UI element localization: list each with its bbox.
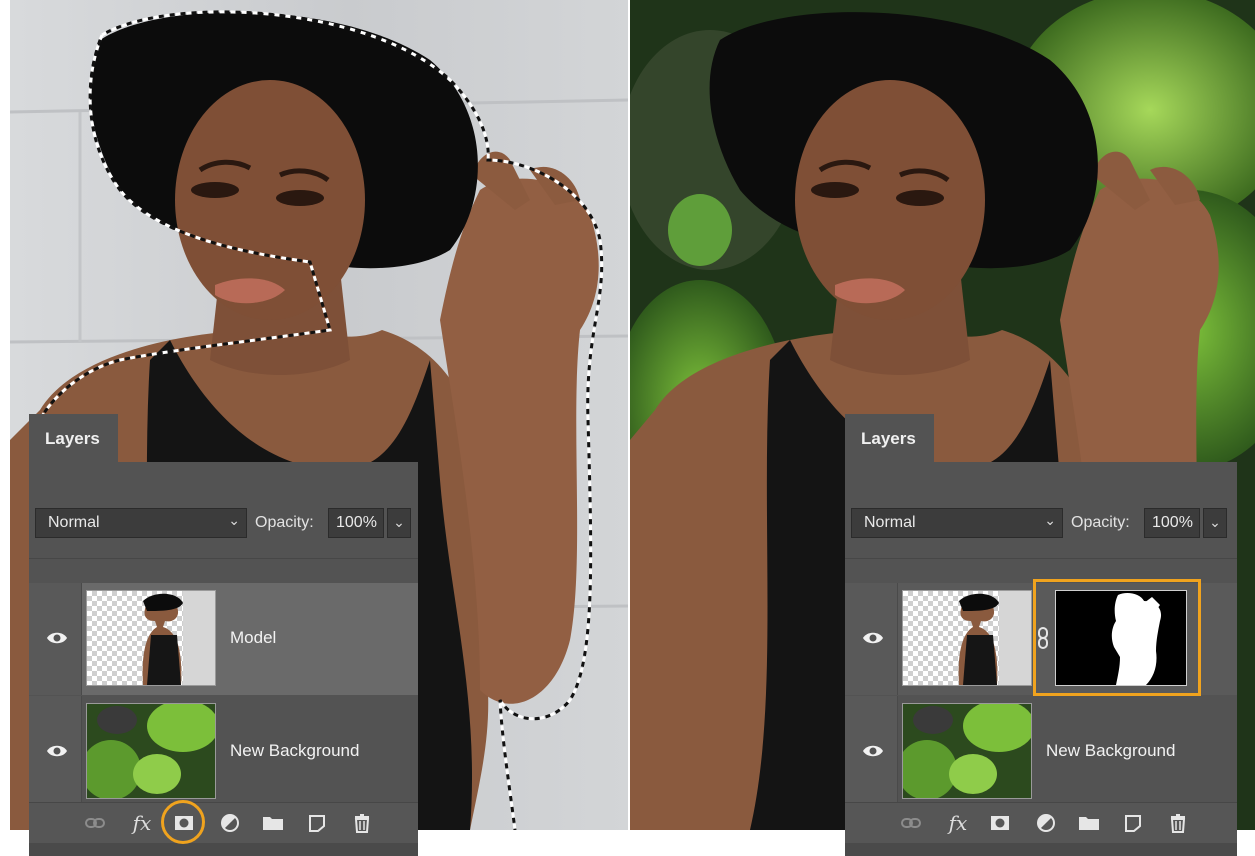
panel-bottom-edge [29, 843, 418, 856]
layer-name-new-background[interactable]: New Background [230, 741, 359, 761]
layer-thumbnail-new-background[interactable] [86, 703, 216, 799]
link-icon [85, 818, 105, 828]
layers-tab[interactable]: Layers [845, 414, 934, 462]
add-mask-button[interactable] [986, 809, 1014, 837]
layers-tab[interactable]: Layers [29, 414, 118, 462]
new-group-icon [263, 817, 283, 830]
new-layer-button[interactable] [303, 809, 331, 837]
eye-icon[interactable] [46, 630, 68, 646]
adjustment-layer-button[interactable] [216, 809, 244, 837]
layer-row-new-background[interactable]: New Background [845, 696, 1237, 808]
foliage-thumbnail-image [903, 704, 1031, 798]
eye-icon[interactable] [46, 743, 68, 759]
chevron-down-icon: ⌄ [1044, 512, 1056, 528]
eye-icon[interactable] [862, 743, 884, 759]
layers-toolbar: fx [845, 802, 1237, 843]
new-group-button[interactable] [259, 809, 287, 837]
chevron-down-icon: ⌄ [393, 514, 405, 530]
new-group-button[interactable] [1075, 809, 1103, 837]
layer-row-new-background[interactable]: New Background [29, 696, 418, 808]
opacity-input[interactable]: 100% [1144, 508, 1200, 538]
new-layer-icon [309, 815, 325, 832]
link-layers-button[interactable] [897, 809, 925, 837]
link-layers-button[interactable] [81, 809, 109, 837]
add-mask-icon [991, 816, 1009, 830]
fx-label: fx [132, 811, 152, 835]
model-thumbnail-image [958, 591, 1031, 685]
adjustment-layer-icon [1037, 814, 1055, 832]
adjustment-layer-button[interactable] [1032, 809, 1060, 837]
opacity-input[interactable]: 100% [328, 508, 384, 538]
mask-thumbnail-highlight [1033, 579, 1201, 696]
layer-row-model[interactable]: Model [29, 583, 418, 695]
layers-panel-body: Normal ⌄ Opacity: 100% ⌄ [29, 462, 418, 856]
blend-mode-select[interactable]: Normal ⌄ [851, 508, 1063, 538]
blend-controls: Normal ⌄ Opacity: 100% ⌄ [851, 508, 1231, 540]
delete-layer-button[interactable] [1164, 809, 1192, 837]
trash-icon [1170, 814, 1186, 833]
eye-icon[interactable] [862, 630, 884, 646]
visibility-cell [29, 583, 82, 695]
foliage-thumbnail-image [87, 704, 215, 798]
visibility-cell [29, 696, 82, 808]
layer-thumbnail-model[interactable] [902, 590, 1032, 686]
chevron-down-icon: ⌄ [228, 512, 240, 528]
layer-name-new-background[interactable]: New Background [1046, 741, 1175, 761]
divider [845, 558, 1237, 559]
delete-layer-button[interactable] [348, 809, 376, 837]
visibility-cell [845, 696, 898, 808]
divider [29, 558, 418, 559]
layer-style-button[interactable]: fx [944, 809, 972, 837]
link-icon [901, 818, 921, 828]
panel-bottom-edge [845, 843, 1237, 856]
blend-mode-value: Normal [864, 514, 916, 531]
layer-style-button[interactable]: fx [128, 809, 156, 837]
fx-label: fx [948, 811, 968, 835]
visibility-cell [845, 583, 898, 695]
blend-controls: Normal ⌄ Opacity: 100% ⌄ [35, 508, 412, 540]
layer-thumbnail-new-background[interactable] [902, 703, 1032, 799]
adjustment-layer-icon [221, 814, 239, 832]
layers-panel-left: Layers Normal ⌄ Opacity: 100% ⌄ Model Ne… [29, 414, 418, 856]
blend-mode-select[interactable]: Normal ⌄ [35, 508, 247, 538]
opacity-dropdown-button[interactable]: ⌄ [1203, 508, 1227, 538]
layers-toolbar: fx [29, 802, 418, 843]
new-layer-button[interactable] [1119, 809, 1147, 837]
mask-button-highlight [161, 800, 205, 844]
layer-thumbnail-model[interactable] [86, 590, 216, 686]
opacity-label: Opacity: [1071, 514, 1130, 531]
blend-mode-value: Normal [48, 514, 100, 531]
trash-icon [354, 814, 370, 833]
model-thumbnail-image [142, 591, 215, 685]
opacity-dropdown-button[interactable]: ⌄ [387, 508, 411, 538]
layer-name-model[interactable]: Model [230, 628, 276, 648]
new-layer-icon [1125, 815, 1141, 832]
new-group-icon [1079, 817, 1099, 830]
opacity-label: Opacity: [255, 514, 314, 531]
chevron-down-icon: ⌄ [1209, 514, 1221, 530]
